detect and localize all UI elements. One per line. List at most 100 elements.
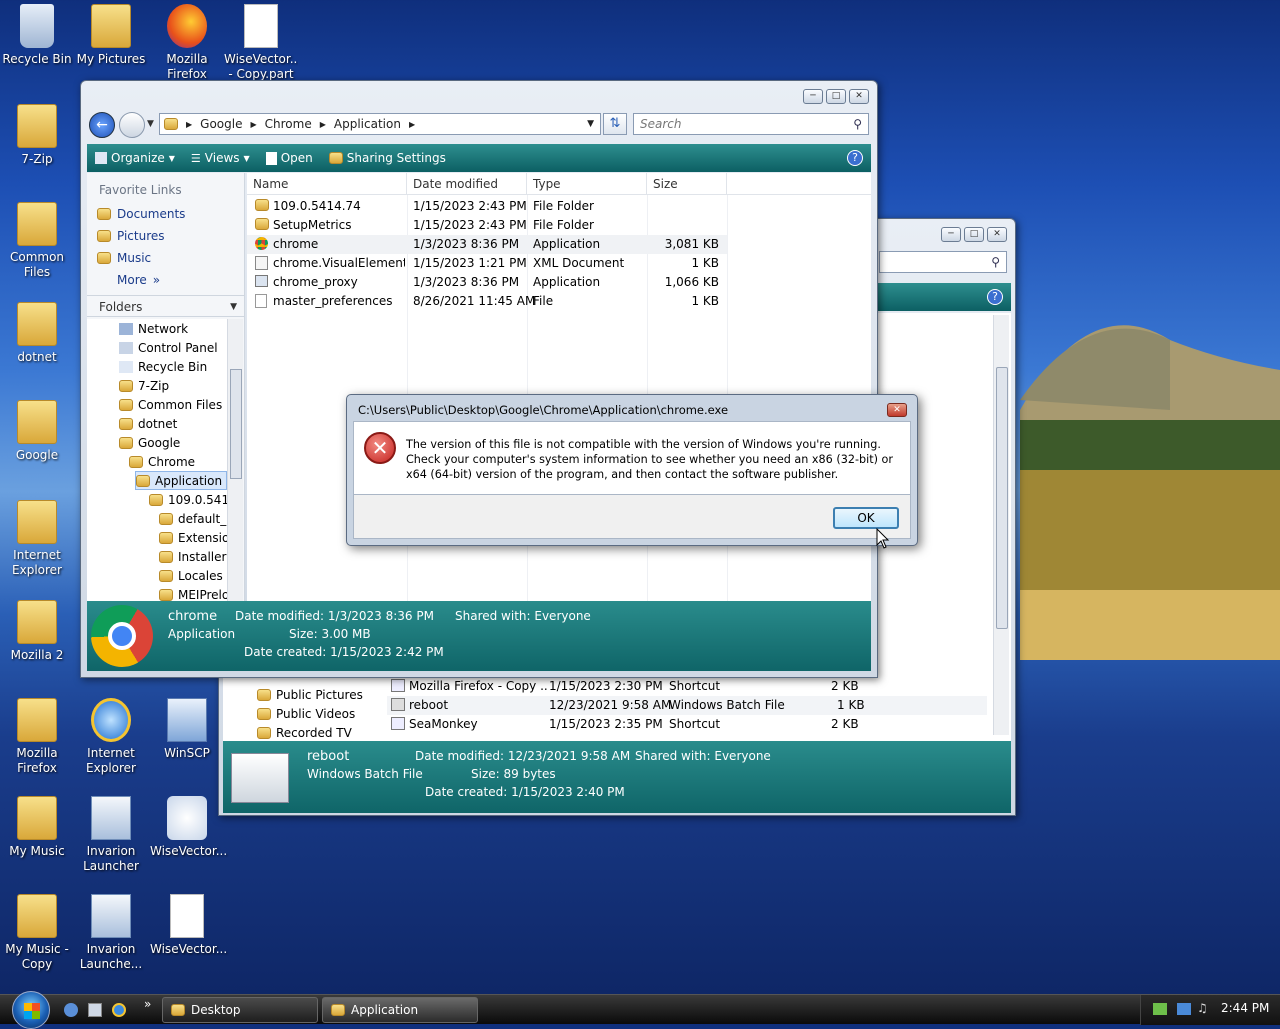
- taskbar-button-desktop[interactable]: Desktop: [162, 997, 318, 1023]
- table-row[interactable]: 109.0.5414.74 1/15/2023 2:43 PM File Fol…: [247, 197, 727, 216]
- desktop-icon-dotnet[interactable]: dotnet: [0, 302, 74, 365]
- column-header-size[interactable]: Size: [647, 173, 727, 195]
- address-bar[interactable]: ▶ Google ▶ Chrome ▶ Application ▶ ▼: [159, 113, 601, 135]
- tree-item-meiprelo[interactable]: MEIPrelo: [159, 585, 227, 601]
- table-row-selected[interactable]: chrome 1/3/2023 8:36 PM Application 3,08…: [247, 235, 727, 254]
- table-row[interactable]: Mozilla Firefox - Copy ... 1/15/2023 2:3…: [387, 677, 987, 696]
- tree-item[interactable]: Public Pictures: [257, 685, 363, 704]
- quick-launch-more[interactable]: »: [144, 997, 151, 1011]
- folders-header[interactable]: Folders ▼: [87, 295, 245, 317]
- search-box[interactable]: ⚲: [879, 251, 1007, 273]
- desktop-icon-google[interactable]: Google: [0, 400, 74, 463]
- refresh-button[interactable]: ⇅: [603, 113, 627, 135]
- table-row[interactable]: chrome.VisualElement... 1/15/2023 1:21 P…: [247, 254, 727, 273]
- desktop-icon-winscp[interactable]: WinSCP: [150, 698, 224, 761]
- volume-icon[interactable]: ♫: [1197, 1001, 1208, 1015]
- tree-item[interactable]: Recorded TV: [257, 723, 352, 742]
- tree-item-chrome[interactable]: Chrome: [129, 452, 195, 471]
- desktop-icon-my-music[interactable]: My Music: [0, 796, 74, 859]
- desktop-icon-internet-explorer[interactable]: Internet Explorer: [0, 500, 74, 578]
- taskbar-button-application[interactable]: Application: [322, 997, 478, 1023]
- open-button[interactable]: Open: [258, 151, 321, 165]
- chevron-down-icon[interactable]: ▼: [587, 119, 594, 129]
- scrollbar[interactable]: [993, 315, 1009, 735]
- tree-item-7zip[interactable]: 7-Zip: [119, 376, 169, 395]
- close-button[interactable]: ✕: [987, 227, 1007, 242]
- table-row[interactable]: master_preferences 8/26/2021 11:45 AM Fi…: [247, 292, 727, 311]
- tree-item-network[interactable]: Network: [119, 319, 188, 338]
- close-button[interactable]: ✕: [887, 403, 907, 417]
- back-button[interactable]: ←: [89, 112, 115, 138]
- desktop-icon-7zip[interactable]: 7-Zip: [0, 104, 74, 167]
- tree-item[interactable]: Public Videos: [257, 704, 355, 723]
- search-input[interactable]: Search ⚲: [633, 113, 869, 135]
- desktop-icon-invarion-launcher[interactable]: Invarion Launcher: [74, 796, 148, 874]
- desktop-icon-my-pictures[interactable]: My Pictures: [74, 4, 148, 67]
- close-button[interactable]: ✕: [849, 89, 869, 104]
- desktop-icon-internet-explorer-2[interactable]: Internet Explorer: [74, 698, 148, 776]
- organize-button[interactable]: Organize ▼: [87, 151, 183, 165]
- breadcrumb-item[interactable]: Google: [200, 117, 242, 131]
- show-desktop-icon[interactable]: [88, 1003, 102, 1017]
- tree-item-extensions[interactable]: Extension: [159, 528, 227, 547]
- maximize-button[interactable]: □: [826, 89, 846, 104]
- table-row[interactable]: reboot 12/23/2021 9:58 AM Windows Batch …: [387, 696, 987, 715]
- desktop-icon-wisevector-2[interactable]: WiseVector...: [150, 894, 227, 957]
- tree-item-installer[interactable]: Installer: [159, 547, 226, 566]
- ok-button[interactable]: OK: [833, 507, 899, 529]
- desktop-icon-my-music-copy[interactable]: My Music - Copy: [0, 894, 74, 972]
- tree-item-locales[interactable]: Locales: [159, 566, 223, 585]
- table-row[interactable]: chrome_proxy 1/3/2023 8:36 PM Applicatio…: [247, 273, 727, 292]
- desktop-icon-invarion-launcher-2[interactable]: Invarion Launche...: [74, 894, 148, 972]
- chevron-right-icon: ▶: [408, 119, 416, 129]
- desktop-icon-mozilla-firefox-folder[interactable]: Mozilla Firefox: [0, 698, 74, 776]
- start-button[interactable]: [12, 991, 50, 1029]
- scroll-thumb[interactable]: [230, 369, 242, 479]
- desktop-icon-wisevector-copy[interactable]: WiseVector... - Copy.part: [224, 4, 298, 82]
- maximize-button[interactable]: □: [964, 227, 984, 242]
- quick-launch-icon[interactable]: [64, 1003, 78, 1017]
- desktop-icon-mozilla-2[interactable]: Mozilla 2: [0, 600, 74, 663]
- column-header-name[interactable]: Name: [247, 173, 407, 195]
- chevron-down-icon[interactable]: ▼: [147, 119, 154, 129]
- minimize-button[interactable]: ─: [941, 227, 961, 242]
- help-icon[interactable]: ?: [987, 289, 1003, 305]
- scroll-thumb[interactable]: [996, 367, 1008, 629]
- views-button[interactable]: ☰ Views ▼: [183, 151, 258, 165]
- column-header-type[interactable]: Type: [527, 173, 647, 195]
- desktop-icon-mozilla-firefox[interactable]: Mozilla Firefox: [150, 4, 224, 82]
- minimize-button[interactable]: ─: [803, 89, 823, 104]
- table-row[interactable]: SetupMetrics 1/15/2023 2:43 PM File Fold…: [247, 216, 727, 235]
- nav-pictures[interactable]: Pictures: [91, 225, 165, 247]
- clock[interactable]: 2:44 PM: [1221, 1001, 1269, 1015]
- breadcrumb-item[interactable]: Chrome: [265, 117, 312, 131]
- tree-item-recycle-bin[interactable]: Recycle Bin: [119, 357, 207, 376]
- folder-icon: [17, 302, 57, 346]
- desktop-icon-recycle-bin[interactable]: Recycle Bin: [0, 4, 74, 67]
- forward-button[interactable]: [119, 112, 145, 138]
- tree-item-default-apps[interactable]: default_a: [159, 509, 227, 528]
- file-rows: Mozilla Firefox - Copy ... 1/15/2023 2:3…: [387, 677, 987, 739]
- desktop-icon-wisevector[interactable]: WiseVector...: [150, 796, 227, 859]
- network-icon[interactable]: [1153, 1003, 1167, 1015]
- internet-explorer-icon[interactable]: [112, 1003, 126, 1017]
- tree-item-control-panel[interactable]: Control Panel: [119, 338, 218, 357]
- nav-more[interactable]: More»: [111, 269, 160, 291]
- tree-scrollbar[interactable]: [227, 319, 243, 601]
- computer-icon[interactable]: [1177, 1003, 1191, 1015]
- tree-item-version[interactable]: 109.0.5414.: [149, 490, 227, 509]
- nav-documents[interactable]: Documents: [91, 203, 185, 225]
- tree-item-application[interactable]: Application: [135, 471, 227, 490]
- tree-item-common-files[interactable]: Common Files: [119, 395, 222, 414]
- nav-music[interactable]: Music: [91, 247, 151, 269]
- breadcrumb-item[interactable]: Application: [334, 117, 401, 131]
- tree-item-google[interactable]: Google: [119, 433, 180, 452]
- desktop-icon-common-files[interactable]: Common Files: [0, 202, 74, 280]
- column-header-date[interactable]: Date modified: [407, 173, 527, 195]
- tree-item-dotnet[interactable]: dotnet: [119, 414, 177, 433]
- folder-icon: [331, 1004, 345, 1016]
- table-row[interactable]: SeaMonkey 1/15/2023 2:35 PM Shortcut 2 K…: [387, 715, 987, 734]
- folder-icon: [257, 726, 271, 739]
- sharing-settings-button[interactable]: Sharing Settings: [321, 151, 454, 165]
- help-icon[interactable]: ?: [847, 150, 863, 166]
